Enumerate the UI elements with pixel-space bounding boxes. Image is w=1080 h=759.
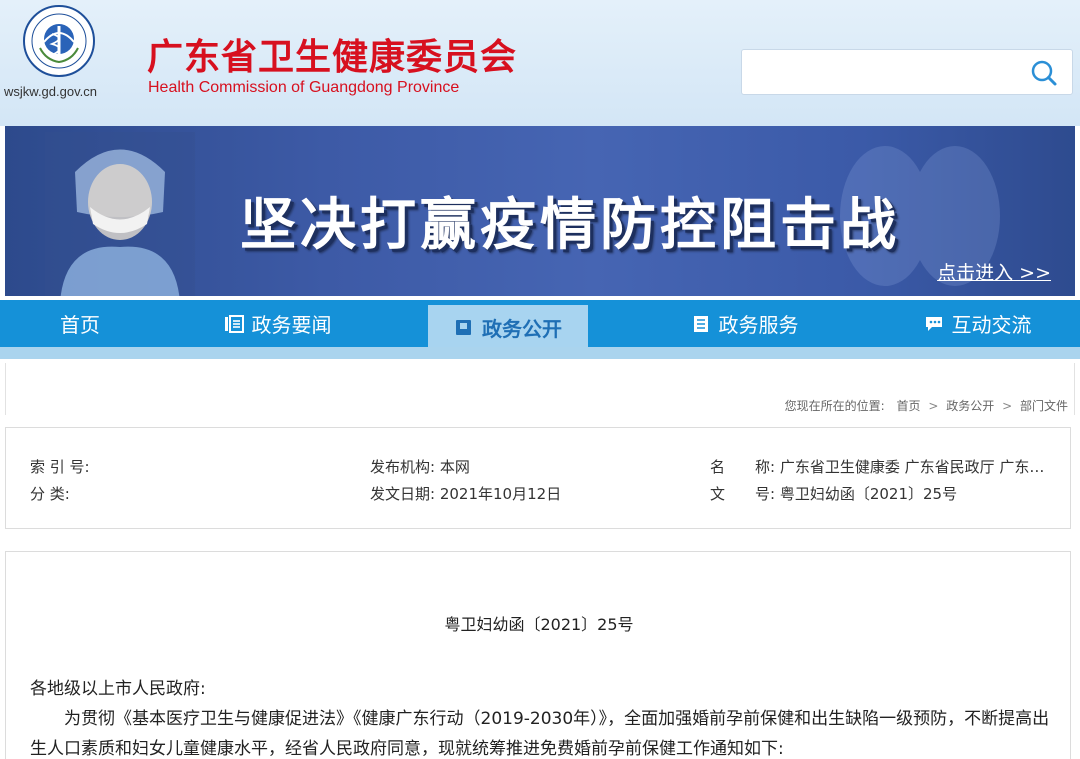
nav-gov-affairs[interactable]: 政务公开 (428, 305, 588, 349)
chat-icon (925, 316, 942, 331)
nav-interaction[interactable]: 互动交流 (905, 300, 1050, 347)
banner-title: 坚决打赢疫情防控阻击战 (240, 193, 900, 258)
meta-docno-label: 文 号: (710, 485, 776, 503)
banner-enter-link[interactable]: 点击进入 >> (937, 258, 1051, 285)
meta-name: 名 称: 广东省卫生健康委 广东省民政厅 广东… (710, 456, 1044, 477)
breadcrumb: 您现在所在的位置: 首页 > 政务公开 > 部门文件 (785, 397, 1068, 414)
meta-publisher-label: 发布机构: (370, 458, 436, 476)
folder-icon (456, 320, 471, 335)
breadcrumb-separator: > (928, 399, 939, 413)
article-doc-number: 粤卫妇幼函〔2021〕25号 (444, 615, 634, 634)
search-box (741, 49, 1073, 95)
breadcrumb-item-dept-docs[interactable]: 部门文件 (1020, 399, 1068, 413)
meta-name-value: 广东省卫生健康委 广东省民政厅 广东… (779, 458, 1045, 476)
meta-publisher-value: 本网 (439, 458, 470, 476)
site-header: wsjkw.gd.gov.cn 广东省卫生健康委员会 Health Commis… (0, 0, 1080, 126)
article-body: 粤卫妇幼函〔2021〕25号 各地级以上市人民政府: 为贯彻《基本医疗卫生与健康… (5, 551, 1071, 759)
meta-date: 发文日期: 2021年10月12日 (370, 483, 561, 504)
meta-docno: 文 号: 粤卫妇幼函〔2021〕25号 (710, 483, 957, 504)
meta-date-label: 发文日期: (370, 485, 436, 503)
meta-category: 分 类: (30, 483, 70, 504)
meta-index-label: 索 引 号: (30, 458, 90, 476)
epidemic-banner[interactable]: 坚决打赢疫情防控阻击战 点击进入 >> (5, 126, 1075, 296)
breadcrumb-item-home[interactable]: 首页 (897, 399, 921, 413)
meta-publisher: 发布机构: 本网 (370, 456, 470, 477)
meta-date-value: 2021年10月12日 (439, 485, 562, 503)
breadcrumb-area: 您现在所在的位置: 首页 > 政务公开 > 部门文件 (5, 363, 1075, 415)
article-paragraph: 为贯彻《基本医疗卫生与健康促进法》《健康广东行动（2019-2030年）》，全面… (30, 709, 1050, 759)
news-icon (224, 314, 244, 333)
meta-category-label: 分 类: (30, 485, 70, 503)
health-commission-logo[interactable] (22, 4, 96, 78)
nav-underline-strip (0, 347, 1080, 359)
breadcrumb-prefix: 您现在所在的位置: (784, 399, 885, 413)
nav-services-label: 政务服务 (718, 313, 799, 337)
article-salutation: 各地级以上市人民政府: (30, 679, 206, 699)
meta-index: 索 引 号: (30, 456, 90, 477)
nav-news[interactable]: 政务要闻 (205, 300, 350, 347)
site-title-cn[interactable]: 广东省卫生健康委员会 (147, 28, 517, 80)
search-input[interactable] (742, 50, 1022, 94)
site-title-en: Health Commission of Guangdong Province (148, 79, 460, 96)
nav-interaction-label: 互动交流 (951, 313, 1032, 337)
breadcrumb-item-gov-affairs[interactable]: 政务公开 (946, 399, 994, 413)
breadcrumb-separator: > (1002, 399, 1013, 413)
main-navigation: 首页 政务要闻 政务公开 政务服务 互动交流 (0, 300, 1080, 349)
nav-news-label: 政务要闻 (251, 313, 332, 337)
nav-home-label: 首页 (60, 313, 100, 337)
document-icon (693, 315, 708, 332)
nav-gov-affairs-label: 政务公开 (482, 316, 562, 341)
meta-name-label: 名 称: (710, 458, 776, 476)
nav-services[interactable]: 政务服务 (672, 300, 817, 347)
nav-home[interactable]: 首页 (30, 300, 130, 347)
meta-docno-value: 粤卫妇幼函〔2021〕25号 (779, 485, 958, 503)
site-domain: wsjkw.gd.gov.cn (4, 84, 97, 99)
search-icon[interactable] (1030, 59, 1058, 87)
document-meta-table: 索 引 号: 分 类: 发布机构: 本网 发文日期: 2021年10月12日 名… (5, 427, 1071, 529)
